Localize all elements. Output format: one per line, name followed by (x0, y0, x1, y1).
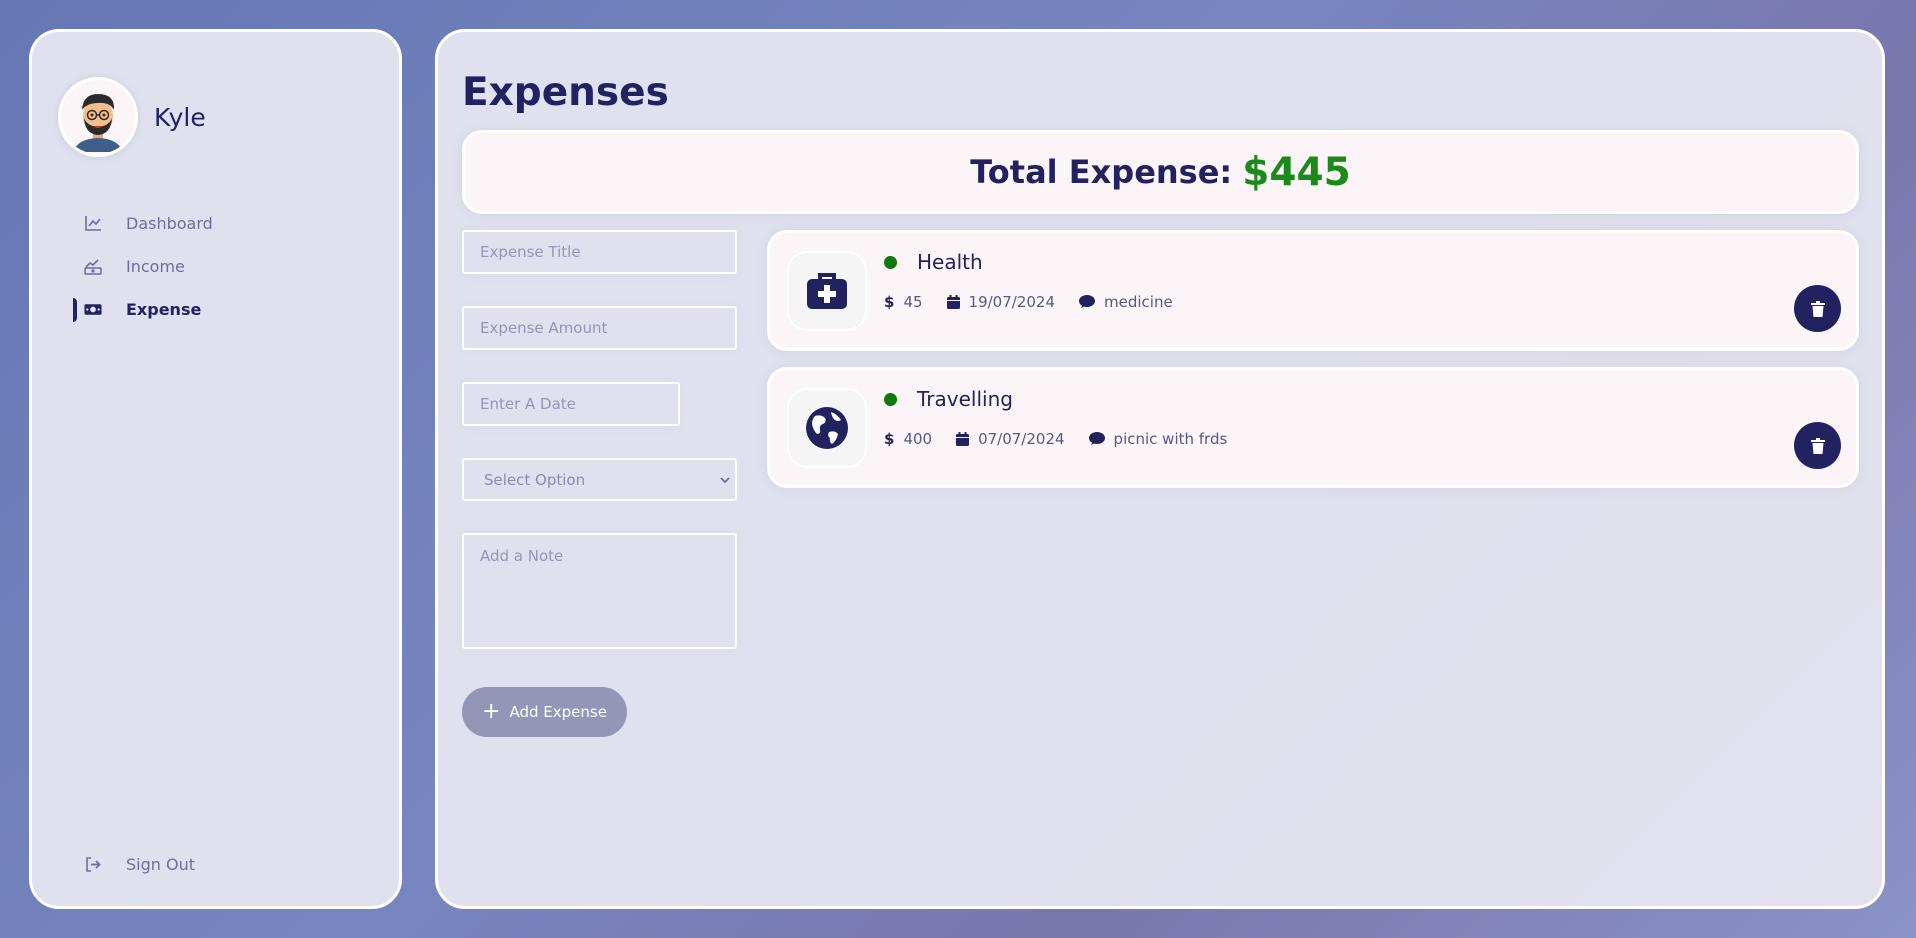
expense-amount: $ 45 (884, 293, 923, 311)
sign-out-label: Sign Out (126, 855, 195, 874)
expense-item: Health $ 45 19/07/2024 medicine (767, 230, 1859, 351)
note-textarea[interactable] (462, 533, 737, 649)
expense-title: Travelling (917, 387, 1013, 411)
sidebar-item-label: Income (126, 257, 185, 276)
category-select[interactable]: Select Option (462, 458, 737, 501)
expense-list: Health $ 45 19/07/2024 medicine Travelli… (767, 230, 1859, 504)
sign-out-icon (84, 856, 102, 874)
delete-button[interactable] (1794, 285, 1841, 332)
expense-note: medicine (1079, 293, 1173, 311)
dollar-icon: $ (884, 293, 895, 311)
status-dot (884, 255, 897, 269)
chevron-down-icon (719, 471, 731, 484)
globe-icon (787, 388, 867, 468)
sidebar-item-expense[interactable]: Expense (32, 288, 399, 331)
total-amount: $445 (1242, 149, 1351, 195)
calendar-icon (956, 432, 970, 446)
expense-date: 07/07/2024 (956, 430, 1065, 448)
status-dot (884, 392, 897, 406)
sidebar-item-label: Expense (126, 300, 202, 319)
trash-icon (1810, 437, 1825, 454)
user-profile: Kyle (58, 77, 206, 157)
sidebar-item-dashboard[interactable]: Dashboard (32, 202, 399, 245)
expense-amount: $ 400 (884, 430, 932, 448)
comment-icon (1088, 432, 1105, 445)
category-select-value: Select Option (462, 458, 737, 501)
chart-line-icon (84, 215, 102, 233)
expense-form: Select Option + Add Expense (462, 230, 737, 737)
expense-note-value: medicine (1104, 293, 1173, 311)
money-bill-icon (84, 301, 102, 319)
expense-meta: $ 400 07/07/2024 picnic with frds (884, 430, 1251, 448)
plus-icon: + (482, 699, 501, 724)
add-expense-button[interactable]: + Add Expense (462, 687, 627, 737)
expense-title-row: Travelling (884, 387, 1013, 411)
medkit-icon (787, 251, 867, 331)
expense-amount-value: 45 (903, 293, 923, 311)
expense-date-value: 07/07/2024 (978, 430, 1065, 448)
signout-section: Sign Out (32, 843, 399, 886)
calendar-icon (946, 295, 960, 309)
sidebar-item-label: Dashboard (126, 214, 213, 233)
trash-icon (1810, 300, 1825, 317)
sign-out-button[interactable]: Sign Out (32, 843, 399, 886)
total-label: Total Expense: (970, 153, 1233, 191)
expense-title: Health (917, 250, 983, 274)
date-input[interactable] (462, 382, 680, 426)
main-panel: Expenses Total Expense: $445 Select Opti… (435, 29, 1885, 909)
expense-date: 19/07/2024 (946, 293, 1055, 311)
sidebar: Kyle Dashboard Income Expense Sign Out (29, 29, 402, 909)
expense-item: Travelling $ 400 07/07/2024 picnic with … (767, 367, 1859, 488)
expense-date-value: 19/07/2024 (968, 293, 1055, 311)
username: Kyle (154, 102, 206, 132)
expense-title-row: Health (884, 250, 983, 274)
expense-amount-input[interactable] (462, 306, 737, 350)
total-expense-banner: Total Expense: $445 (462, 130, 1859, 214)
delete-button[interactable] (1794, 422, 1841, 469)
expense-note: picnic with frds (1088, 430, 1228, 448)
expense-amount-value: 400 (903, 430, 933, 448)
avatar (58, 77, 138, 157)
dollar-icon: $ (884, 430, 895, 448)
expense-note-value: picnic with frds (1113, 430, 1228, 448)
expense-meta: $ 45 19/07/2024 medicine (884, 293, 1197, 311)
sidebar-item-income[interactable]: Income (32, 245, 399, 288)
expense-title-input[interactable] (462, 230, 737, 274)
sidebar-nav: Dashboard Income Expense (32, 202, 399, 331)
comment-icon (1079, 295, 1095, 308)
add-expense-label: Add Expense (509, 703, 607, 721)
page-title: Expenses (462, 70, 669, 115)
money-trend-icon (84, 258, 102, 276)
